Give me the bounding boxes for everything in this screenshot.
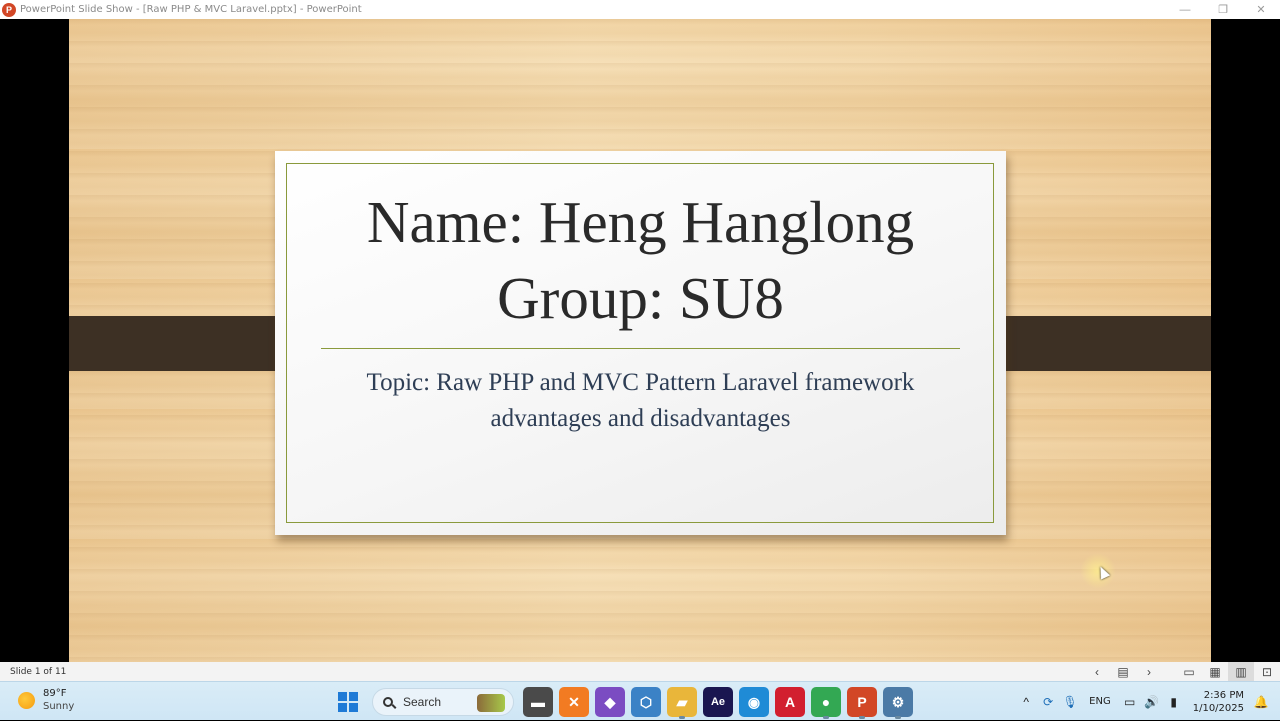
search-icon	[383, 697, 393, 707]
settings-icon[interactable]: ⚙	[883, 687, 913, 719]
taskbar-search[interactable]: Search	[372, 688, 514, 716]
visual-studio-icon[interactable]: ◆	[595, 687, 625, 717]
title-card: Name: Heng Hanglong Group: SU8 Topic: Ra…	[275, 151, 1006, 535]
next-icon[interactable]: ›	[1136, 662, 1162, 681]
3d-app-icon[interactable]: ⬡	[631, 687, 661, 717]
slide-title-group: Group: SU8	[497, 265, 784, 331]
language-indicator[interactable]: ENG	[1089, 696, 1111, 707]
slideshow-status-bar: Slide 1 of 11 ‹ ▤ › ▭ ▦ ▥ ⊡	[0, 662, 1280, 681]
slide-menu-icon[interactable]: ▤	[1110, 662, 1136, 681]
xampp-icon[interactable]: ✕	[559, 687, 589, 717]
card-divider	[321, 348, 960, 349]
normal-view-icon[interactable]: ▭	[1176, 662, 1202, 681]
clock-date: 1/10/2025	[1192, 702, 1244, 714]
restore-icon[interactable]: ❐	[1204, 0, 1242, 19]
slide-title-name: Name: Heng Hanglong	[366, 189, 915, 255]
start-icon[interactable]	[333, 687, 363, 717]
sun-icon	[18, 691, 35, 709]
taskbar-apps: Search ▬ ✕ ◆ ⬡ ▰ Ae ◉ A ● P ⚙	[330, 686, 916, 719]
search-label: Search	[403, 695, 442, 709]
minimize-icon[interactable]: —	[1166, 0, 1204, 19]
chrome-icon[interactable]: ●	[811, 687, 841, 719]
window-title: PowerPoint Slide Show - [Raw PHP & MVC L…	[20, 4, 362, 15]
volume-icon[interactable]: 🔊	[1141, 687, 1163, 717]
chevron-up-icon[interactable]: ^	[1015, 687, 1037, 717]
close-icon[interactable]: ✕	[1242, 0, 1280, 19]
battery-icon[interactable]: ▮	[1163, 687, 1185, 717]
slideshow-controls: ‹ ▤ › ▭ ▦ ▥ ⊡	[1084, 662, 1280, 681]
search-highlight-icon	[477, 694, 505, 712]
powerpoint-app-icon: P	[2, 2, 16, 17]
weather-widget[interactable]: 89°F Sunny	[18, 687, 74, 713]
pinned-apps: ▬ ✕ ◆ ⬡ ▰ Ae ◉ A ● P ⚙	[520, 687, 916, 719]
reading-view-icon[interactable]: ▥	[1228, 662, 1254, 681]
network-icon[interactable]: ▭	[1119, 687, 1141, 717]
microphone-icon[interactable]: 🎙	[1059, 687, 1081, 717]
slide-topic-line1: Topic: Raw PHP and MVC Pattern Laravel f…	[366, 369, 915, 396]
clock[interactable]: 2:36 PM 1/10/2025	[1193, 689, 1244, 715]
file-explorer-icon[interactable]: ▬	[523, 687, 553, 717]
powerpoint-icon[interactable]: P	[847, 687, 877, 719]
slide-sorter-icon[interactable]: ▦	[1202, 662, 1228, 681]
edge-icon[interactable]: ◉	[739, 687, 769, 717]
weather-temperature: 89°F	[43, 688, 67, 699]
slide-show-stage: Name: Heng Hanglong Group: SU8 Topic: Ra…	[0, 19, 1280, 662]
after-effects-icon[interactable]: Ae	[703, 687, 733, 717]
slide-show-icon[interactable]: ⊡	[1254, 662, 1280, 681]
previous-icon[interactable]: ‹	[1084, 662, 1110, 681]
weather-text: 89°F Sunny	[43, 687, 74, 713]
folder-icon[interactable]: ▰	[667, 687, 697, 719]
system-tray: ^ ⟳ 🎙 ENG ▭ 🔊 ▮ 2:36 PM 1/10/2025 🔔	[1015, 682, 1280, 721]
windows-taskbar: 89°F Sunny Search ▬ ✕ ◆ ⬡ ▰ Ae ◉ A ● P ⚙ ^ ⟳ 🎙 ENG…	[0, 681, 1280, 720]
notifications-icon[interactable]: 🔔	[1250, 687, 1272, 717]
autocad-icon[interactable]: A	[775, 687, 805, 717]
sync-icon[interactable]: ⟳	[1037, 687, 1059, 717]
slide-subtitle: Topic: Raw PHP and MVC Pattern Laravel f…	[305, 365, 976, 437]
slide-topic-line2: advantages and disadvantages	[490, 405, 791, 432]
decorative-strap-left	[69, 316, 300, 371]
window-title-bar: P PowerPoint Slide Show - [Raw PHP & MVC…	[0, 0, 1280, 19]
clock-time: 2:36 PM	[1203, 689, 1244, 701]
weather-condition: Sunny	[43, 701, 75, 712]
window-controls: — ❐ ✕	[1166, 0, 1280, 19]
slide-indicator: Slide 1 of 11	[10, 666, 67, 677]
decorative-strap-right	[981, 316, 1211, 371]
slide-title: Name: Heng Hanglong Group: SU8	[275, 184, 1006, 336]
